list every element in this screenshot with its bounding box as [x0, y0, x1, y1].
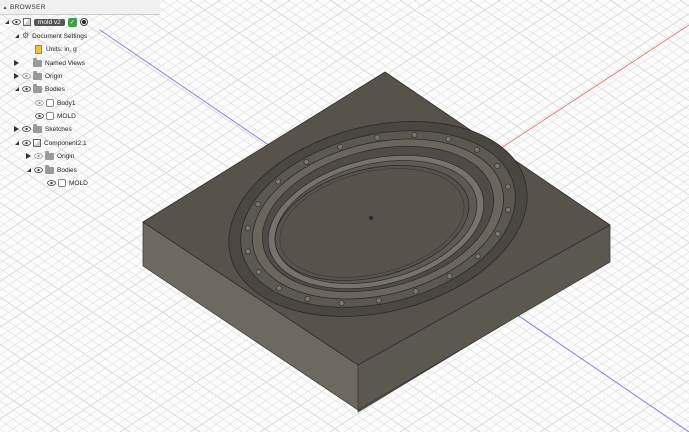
browser-item-label: MOLD — [69, 179, 88, 187]
browser-item-label: Component2:1 — [44, 139, 87, 147]
peg — [375, 297, 382, 304]
peg — [338, 300, 345, 306]
eye-icon[interactable] — [33, 153, 44, 160]
browser-item-label: Body1 — [57, 99, 76, 107]
folder-icon — [33, 57, 42, 67]
expand-toggle-icon[interactable] — [12, 73, 21, 79]
expand-toggle-icon[interactable] — [12, 60, 21, 66]
eye-icon[interactable] — [33, 167, 44, 174]
body-icon — [46, 112, 54, 120]
browser-item-label: Named Views — [45, 59, 85, 67]
folder-icon — [45, 164, 54, 174]
browser-item[interactable]: Bodies — [24, 164, 77, 176]
browser-item[interactable]: Units: in, g — [34, 43, 77, 55]
folder-icon — [45, 150, 54, 160]
peg — [245, 248, 251, 255]
browser-item-label: Origin — [45, 72, 63, 80]
eye-icon[interactable] — [21, 140, 32, 147]
browser-item[interactable]: MOLD — [34, 110, 76, 122]
browser-item-label: Bodies — [45, 85, 65, 93]
eye-icon[interactable] — [11, 19, 22, 26]
expand-toggle-icon[interactable] — [12, 141, 21, 145]
active-document-icon: ✓ — [67, 17, 77, 27]
eye-icon[interactable] — [34, 100, 45, 107]
browser-item-label: Sketches — [45, 125, 72, 133]
expand-toggle-icon[interactable] — [12, 87, 21, 91]
browser-item[interactable]: MOLD — [46, 177, 88, 189]
browser-item[interactable]: Origin — [12, 70, 62, 82]
peg — [473, 146, 480, 153]
expand-toggle-icon[interactable] — [24, 168, 33, 172]
eye-icon[interactable] — [34, 113, 45, 120]
browser-item-label: Document Settings — [32, 32, 88, 40]
peg — [505, 206, 512, 213]
peg — [275, 178, 282, 185]
folder-icon — [33, 70, 42, 80]
peg — [446, 273, 453, 279]
browser-header[interactable]: ▴ BROWSER — [0, 0, 160, 15]
peg — [494, 163, 501, 169]
browser-title: BROWSER — [10, 3, 46, 11]
expand-toggle-icon[interactable] — [12, 34, 21, 38]
browser-item-label: MOLD — [57, 112, 76, 120]
peg — [255, 269, 262, 275]
peg — [276, 285, 282, 292]
browser-item[interactable]: Bodies — [12, 83, 65, 95]
peg — [337, 143, 344, 150]
body-icon — [58, 179, 66, 187]
peg — [494, 230, 501, 237]
collapse-icon[interactable]: ▴ — [0, 4, 10, 11]
peg — [304, 295, 311, 302]
peg — [412, 288, 419, 295]
browser-item[interactable]: ⚙ Document Settings — [12, 30, 87, 42]
expand-toggle-icon[interactable] — [24, 153, 33, 159]
center-mark — [369, 216, 373, 220]
expand-toggle-icon[interactable] — [2, 20, 11, 24]
document-icon — [23, 18, 31, 26]
browser-item-label: Units: in, g — [46, 45, 77, 53]
peg — [505, 183, 511, 190]
active-radio-icon[interactable] — [79, 18, 88, 26]
gear-icon: ⚙ — [22, 31, 30, 40]
peg — [303, 158, 310, 165]
folder-icon — [33, 123, 42, 133]
browser-panel: ▴ BROWSER mold v2 ✓ ⚙ Document Settings … — [0, 0, 160, 195]
browser-item[interactable]: Named Views — [12, 57, 85, 69]
browser-root-row[interactable]: mold v2 ✓ — [2, 16, 88, 28]
peg — [255, 201, 262, 208]
browser-item-label: Origin — [57, 152, 75, 160]
peg — [374, 134, 381, 141]
browser-item[interactable]: Body1 — [34, 97, 75, 109]
component-icon — [33, 139, 41, 147]
expand-toggle-icon[interactable] — [12, 126, 21, 132]
eye-icon[interactable] — [21, 73, 32, 80]
browser-item-label: Bodies — [57, 166, 77, 174]
body-icon — [46, 99, 54, 107]
peg — [244, 225, 251, 232]
folder-icon — [33, 83, 42, 93]
peg — [445, 136, 452, 142]
browser-item[interactable]: Sketches — [12, 123, 72, 135]
browser-item[interactable]: Component2:1 — [12, 137, 87, 149]
eye-icon[interactable] — [21, 126, 32, 133]
peg — [474, 253, 481, 260]
document-name[interactable]: mold v2 — [34, 18, 65, 26]
browser-item[interactable]: Origin — [24, 150, 74, 162]
eye-icon[interactable] — [21, 86, 32, 93]
eye-icon[interactable] — [46, 180, 57, 187]
units-icon — [35, 44, 42, 54]
peg — [411, 131, 418, 138]
